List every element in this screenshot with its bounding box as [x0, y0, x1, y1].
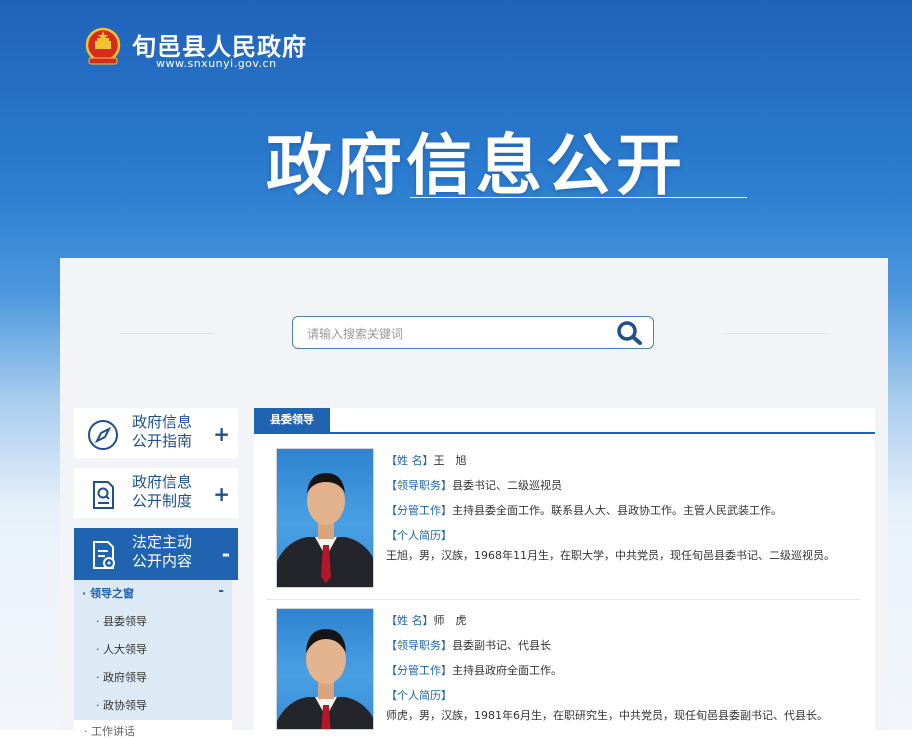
- leader-card: 【姓 名】王 旭 【领导职务】县委书记、二级巡视员 【分管工作】主持县委全面工作…: [276, 448, 866, 590]
- sidebar-item-label: 政府信息 公开制度: [132, 473, 193, 510]
- leader-card: 【姓 名】师 虎 【领导职务】县委副书记、代县长 【分管工作】主持县政府全面工作…: [276, 608, 866, 730]
- document-settings-icon: [93, 541, 115, 569]
- title-underline: [410, 197, 747, 198]
- field-label: 【个人简历】: [386, 689, 452, 702]
- leader-duty: 主持县政府全面工作。: [452, 664, 562, 677]
- leader-position: 县委副书记、代县长: [452, 639, 551, 652]
- national-emblem-icon: [85, 27, 121, 65]
- page-title: 政府信息公开: [266, 127, 686, 204]
- sidebar-item-label: 政府信息 公开指南: [132, 413, 193, 450]
- document-search-icon: [93, 481, 114, 509]
- portrait-image: [277, 473, 373, 587]
- leader-name: 师 虎: [433, 614, 467, 627]
- submenu-item-county-committee[interactable]: · 县委领导: [96, 613, 147, 629]
- field-label: 【领导职务】: [386, 479, 452, 492]
- site-url[interactable]: www.snxunyi.gov.cn: [156, 57, 277, 70]
- leader-bio: 师虎，男，汉族，1981年6月生，在职研究生，中共党员，现任旬邑县委副书记、代县…: [386, 709, 828, 722]
- sidebar-item-label: 法定主动 公开内容: [132, 533, 193, 570]
- portrait-image: [277, 629, 373, 729]
- submenu-item-npc[interactable]: · 人大领导: [96, 641, 147, 657]
- sidebar-item-content[interactable]: 法定主动 公开内容 -: [74, 528, 238, 580]
- submenu-item-government[interactable]: · 政府领导: [96, 669, 147, 685]
- leader-position: 县委书记、二级巡视员: [452, 479, 562, 492]
- leader-photo: [276, 608, 374, 730]
- field-label: 【分管工作】: [386, 664, 452, 677]
- search-input[interactable]: [305, 317, 609, 350]
- search-decoration-right: [726, 333, 826, 334]
- field-label: 【姓 名】: [386, 454, 434, 467]
- field-label: 【领导职务】: [386, 639, 452, 652]
- collapse-icon[interactable]: -: [218, 583, 224, 599]
- sidebar-item-guide[interactable]: 政府信息 公开指南 +: [74, 408, 238, 458]
- leader-duty: 主持县委全面工作。联系县人大、县政协工作。主管人民武装工作。: [452, 504, 782, 517]
- submenu-item-cppcc[interactable]: · 政协领导: [96, 697, 147, 713]
- expand-icon[interactable]: +: [213, 422, 230, 446]
- submenu: · 领导之窗 - · 县委领导 · 人大领导 · 政府领导 · 政协领导: [74, 580, 232, 720]
- collapse-icon[interactable]: -: [222, 542, 230, 566]
- search-icon[interactable]: [615, 320, 645, 346]
- field-label: 【个人简历】: [386, 529, 452, 542]
- leader-bio: 王旭，男，汉族，1968年11月生，在职大学，中共党员，现任旬邑县委书记、二级巡…: [386, 549, 835, 562]
- leader-photo: [276, 448, 374, 588]
- expand-icon[interactable]: +: [213, 482, 230, 506]
- tab-bar: 县委领导: [254, 408, 875, 434]
- field-label: 【姓 名】: [386, 614, 434, 627]
- leader-name: 王 旭: [433, 454, 467, 467]
- compass-icon: [88, 420, 118, 450]
- submenu-title[interactable]: · 领导之窗: [82, 585, 134, 601]
- tab-county-leaders[interactable]: 县委领导: [254, 408, 330, 432]
- search-bar: [292, 316, 654, 350]
- divider: [266, 599, 860, 600]
- search-decoration-left: [120, 333, 215, 334]
- sidebar-item-system[interactable]: 政府信息 公开制度 +: [74, 468, 238, 518]
- content-area: 县委领导 【姓 名】王 旭 【领导职务】县委书记、二级巡视员 【分管工作】主持县…: [254, 408, 875, 730]
- sidebar-item-speeches[interactable]: · 工作讲话: [74, 720, 232, 738]
- field-label: 【分管工作】: [386, 504, 452, 517]
